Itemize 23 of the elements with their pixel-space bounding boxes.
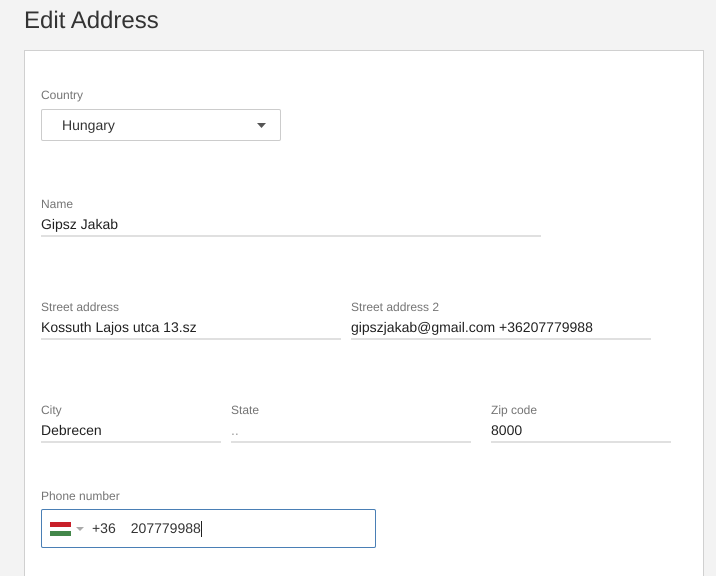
phone-field[interactable]: +36 207779988 [41,509,376,548]
text-field[interactable]: Debrecen [41,418,221,443]
dial-code: +36 [92,519,116,538]
text-field[interactable]: 8000 [491,418,671,443]
field-label: Street address [41,299,120,315]
field-label: Country [41,87,84,103]
page-title: Edit Address [23,6,160,36]
text-cursor [200,520,202,536]
field-label: City [41,402,63,418]
flag-icon [50,522,71,536]
dropdown-caret-icon [76,526,84,530]
field-label: Street address 2 [351,299,440,315]
text-field[interactable]: gipszjakab@gmail.com +36207779988 [351,315,651,340]
country-select[interactable]: Hungary [41,109,281,141]
field-label: Zip code [491,402,538,418]
phone-value: 207779988 [130,519,201,538]
field-label: Name [41,196,74,212]
text-field[interactable]: Gipsz Jakab [41,212,541,237]
text-field[interactable]: .. [231,418,471,443]
dropdown-caret-icon [257,122,266,128]
field-label: State [231,402,260,418]
field-label: Phone number [41,488,121,504]
text-field[interactable]: Kossuth Lajos utca 13.sz [41,315,341,340]
